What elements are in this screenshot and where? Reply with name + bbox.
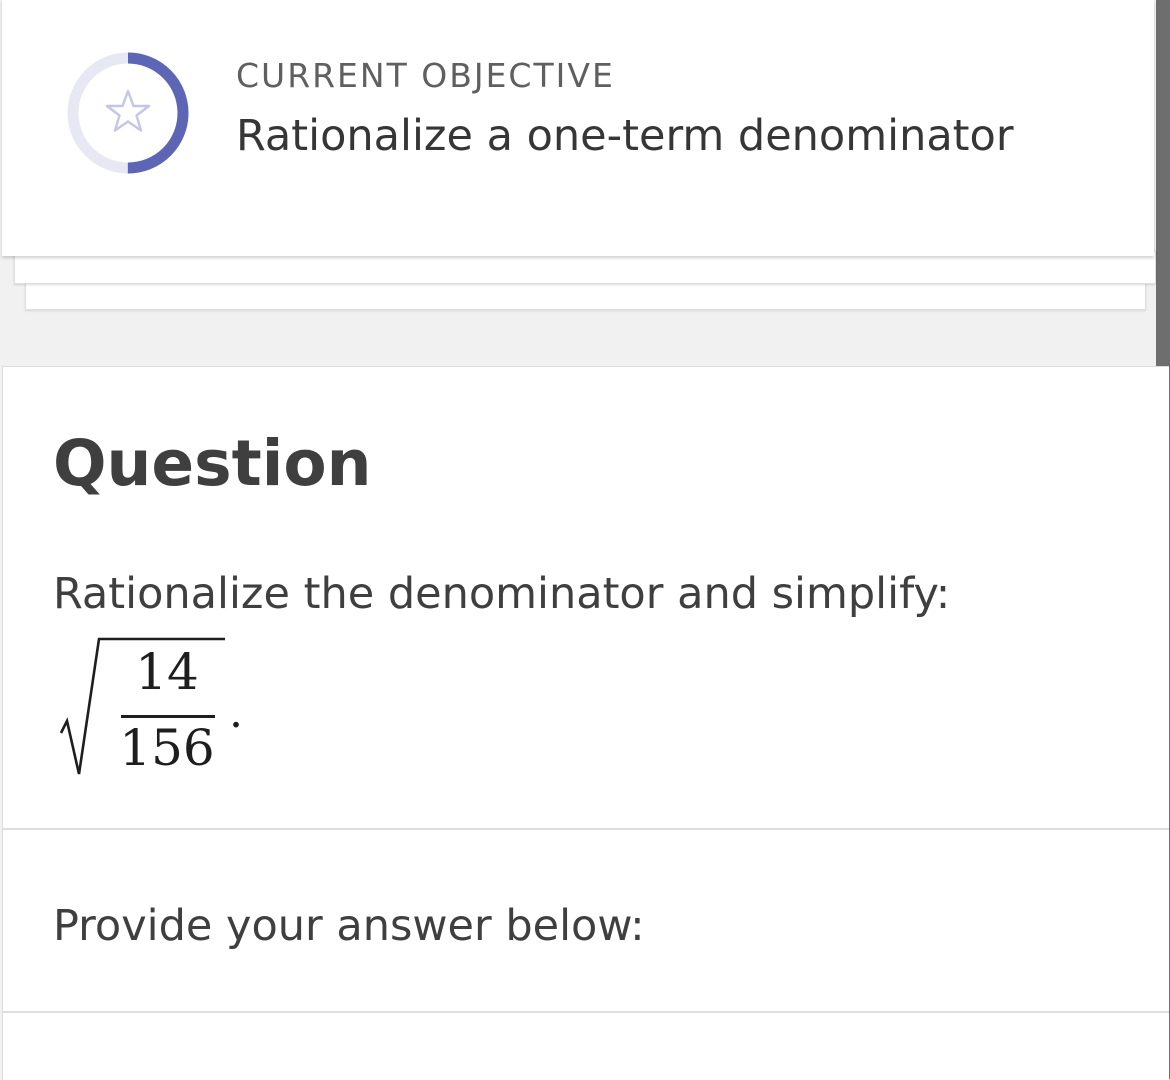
objective-kicker: CURRENT OBJECTIVE	[236, 56, 615, 95]
objective-progress-ring	[67, 52, 189, 174]
answer-prompt: Provide your answer below:	[53, 901, 645, 951]
section-divider	[3, 828, 1169, 830]
fraction-bar	[121, 715, 215, 718]
math-expression: 14 156 .	[57, 633, 257, 783]
question-card: Question Rationalize the denominator and…	[2, 366, 1169, 1080]
expression-period: .	[229, 687, 243, 738]
question-prompt: Rationalize the denominator and simplify…	[53, 569, 951, 619]
objective-title: Rationalize a one-term denominator	[236, 111, 1014, 161]
star-icon	[105, 89, 151, 132]
fraction-denominator: 156	[119, 719, 215, 777]
fraction-numerator: 14	[135, 643, 199, 701]
objective-card: CURRENT OBJECTIVE Rationalize a one-term…	[2, 0, 1154, 256]
question-heading: Question	[53, 427, 372, 500]
section-divider	[3, 1011, 1169, 1013]
